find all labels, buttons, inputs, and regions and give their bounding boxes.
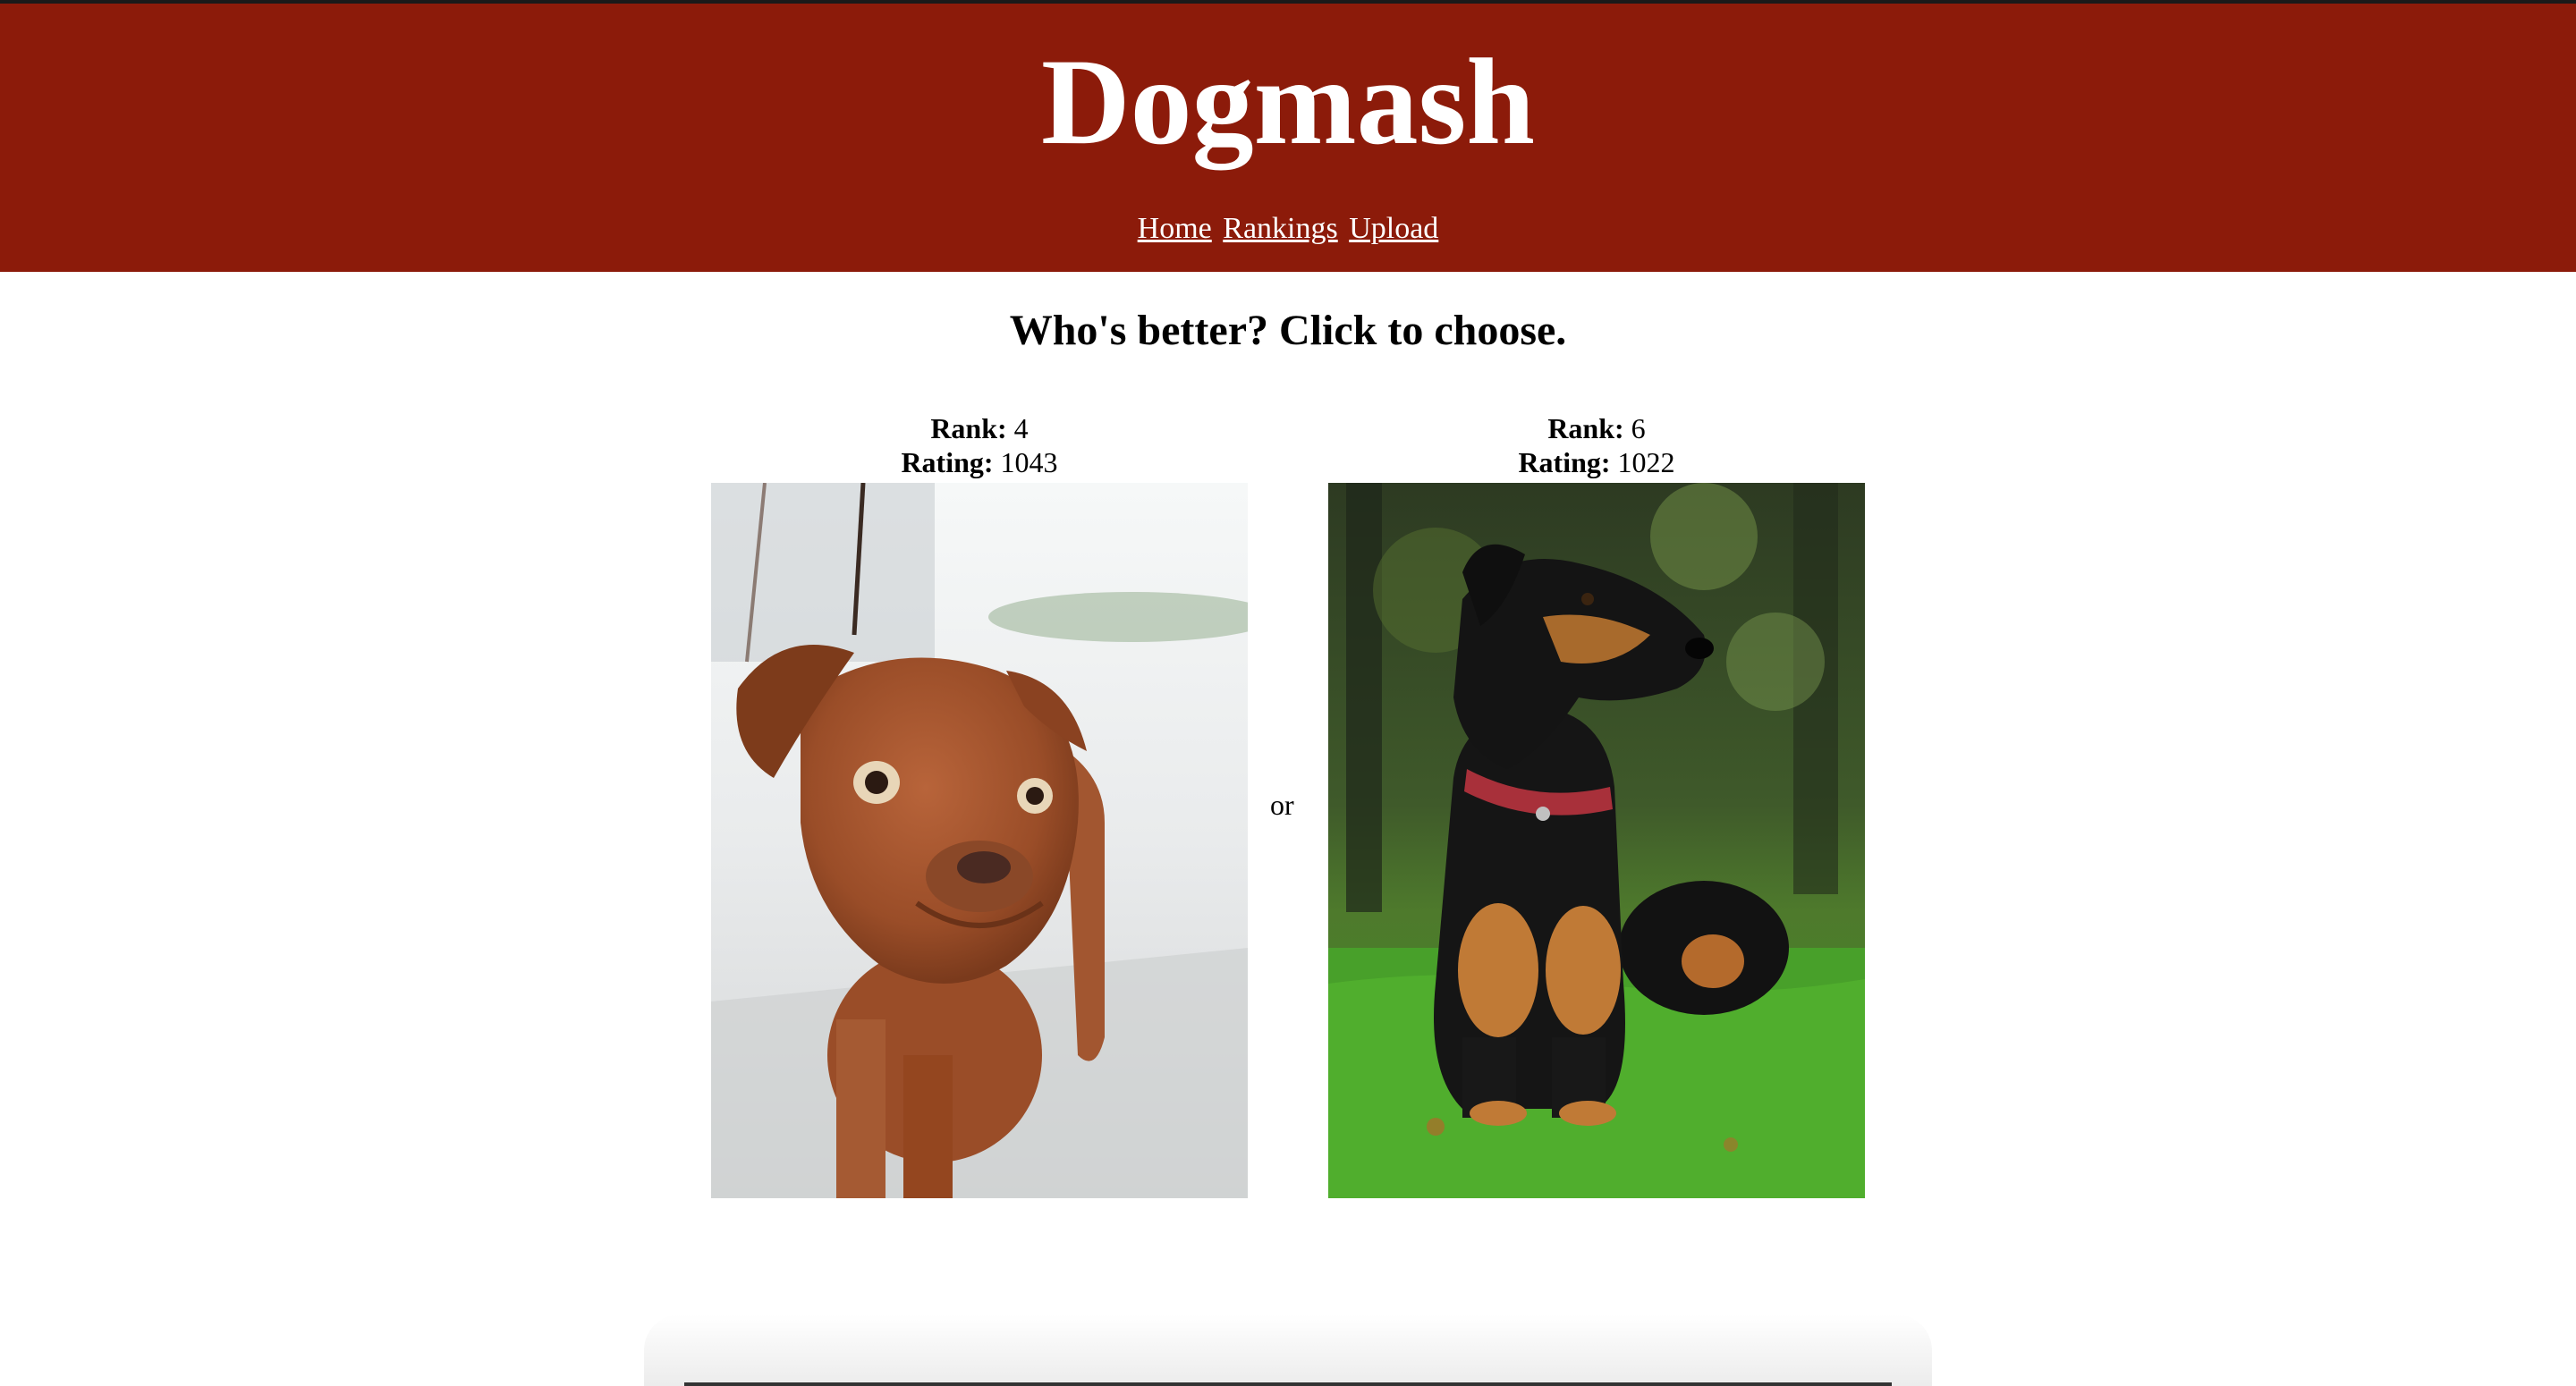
bottom-border — [684, 1382, 1892, 1386]
page-prompt: Who's better? Click to choose. — [1009, 307, 1567, 354]
nav-link-rankings[interactable]: Rankings — [1223, 212, 1337, 245]
nav-link-upload[interactable]: Upload — [1349, 212, 1438, 245]
rank-value: 4 — [1013, 412, 1029, 444]
rating-label: Rating: — [1518, 446, 1611, 478]
dog-stats-left: Rank: 4 Rating: 1043 — [711, 411, 1248, 479]
dog-choice-left[interactable]: Rank: 4 Rating: 1043 — [711, 411, 1248, 1198]
rating-value: 1022 — [1617, 446, 1675, 478]
rank-value: 6 — [1631, 412, 1646, 444]
black-tan-dog-photo[interactable] — [1328, 483, 1865, 1198]
site-header: Dogmash Home Rankings Upload — [0, 4, 2576, 272]
dog-stats-right: Rank: 6 Rating: 1022 — [1328, 411, 1865, 479]
site-title: Dogmash — [1040, 33, 1536, 170]
nav-link-home[interactable]: Home — [1138, 212, 1212, 245]
rating-line: Rating: 1043 — [711, 445, 1248, 479]
dog-choice-right[interactable]: Rank: 6 Rating: 1022 — [1328, 411, 1865, 1198]
rank-label: Rank: — [930, 412, 1007, 444]
rank-line: Rank: 6 — [1328, 411, 1865, 445]
rating-label: Rating: — [901, 446, 994, 478]
rank-label: Rank: — [1547, 412, 1624, 444]
bottom-shadow — [644, 1314, 1932, 1386]
rating-line: Rating: 1022 — [1328, 445, 1865, 479]
brown-dog-photo[interactable] — [711, 483, 1248, 1198]
main-nav: Home Rankings Upload — [0, 209, 2576, 249]
rating-value: 1043 — [1000, 446, 1058, 478]
separator-or: or — [1270, 789, 1294, 821]
rank-line: Rank: 4 — [711, 411, 1248, 445]
